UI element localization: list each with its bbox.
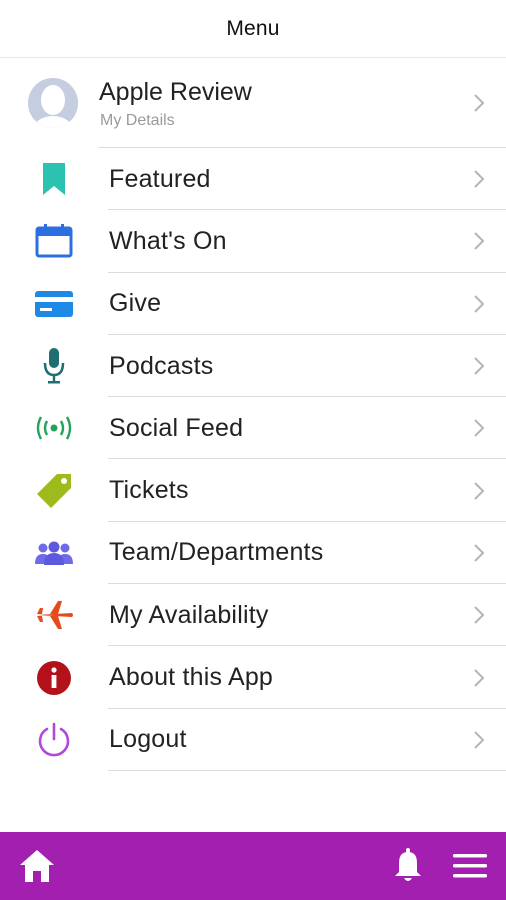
menu-item-team-departments[interactable]: Team/Departments (0, 522, 506, 585)
menu-item-label: Featured (109, 164, 211, 193)
chevron-right-icon (474, 232, 485, 251)
tag-icon (33, 470, 75, 512)
bookmark-icon (33, 158, 75, 200)
chevron-right-icon (474, 606, 485, 624)
menu-item-label: My Availability (109, 600, 269, 629)
menu-item-label: About this App (109, 663, 274, 692)
group-icon (33, 532, 75, 574)
chevron-right-icon (474, 94, 485, 112)
menu-item-label: What's On (109, 226, 227, 255)
chevron-right-icon (474, 170, 485, 188)
profile-row[interactable]: Apple Review My Details (0, 58, 506, 148)
divider (108, 769, 506, 771)
airplane-icon (33, 594, 75, 636)
menu-item-label: Team/Departments (109, 538, 324, 567)
broadcast-icon (33, 407, 75, 449)
menu-item-give[interactable]: Give (0, 273, 506, 335)
credit-card-icon (33, 283, 75, 325)
menu-item-podcasts[interactable]: Podcasts (0, 335, 506, 398)
chevron-right-icon (474, 668, 485, 687)
profile-name: Apple Review (99, 78, 252, 106)
chevron-right-icon (474, 419, 485, 438)
menu-item-whats-on[interactable]: What's On (0, 210, 506, 273)
menu-item-social-feed[interactable]: Social Feed (0, 397, 506, 460)
chevron-right-icon (474, 295, 485, 313)
header: Menu (0, 0, 506, 58)
menu-item-label: Tickets (109, 476, 189, 505)
power-icon (33, 719, 75, 761)
home-icon[interactable] (18, 848, 56, 884)
chevron-right-icon (474, 357, 485, 375)
chevron-right-icon (474, 731, 485, 749)
menu-item-my-availability[interactable]: My Availability (0, 584, 506, 647)
menu-item-label: Social Feed (109, 413, 244, 442)
info-icon (33, 657, 75, 699)
menu-item-logout[interactable]: Logout (0, 709, 506, 771)
profile-subtitle: My Details (100, 112, 175, 129)
menu-item-about-this-app[interactable]: About this App (0, 646, 506, 709)
menu-list: Featured What's On Give Podcasts Social … (0, 148, 506, 771)
calendar-icon (33, 220, 75, 262)
avatar (28, 78, 78, 128)
menu-item-tickets[interactable]: Tickets (0, 459, 506, 522)
app-root: Menu Apple Review My Details Featured Wh… (0, 0, 506, 900)
menu-item-label: Logout (109, 725, 187, 754)
microphone-icon (33, 345, 75, 387)
page-title: Menu (226, 16, 280, 40)
bell-icon[interactable] (392, 848, 424, 884)
hamburger-menu-icon[interactable] (452, 850, 488, 882)
menu-item-label: Podcasts (109, 351, 214, 380)
chevron-right-icon (474, 481, 485, 500)
menu-item-featured[interactable]: Featured (0, 148, 506, 211)
bottom-nav-bar (0, 832, 506, 900)
chevron-right-icon (474, 544, 485, 562)
menu-item-label: Give (109, 289, 162, 318)
